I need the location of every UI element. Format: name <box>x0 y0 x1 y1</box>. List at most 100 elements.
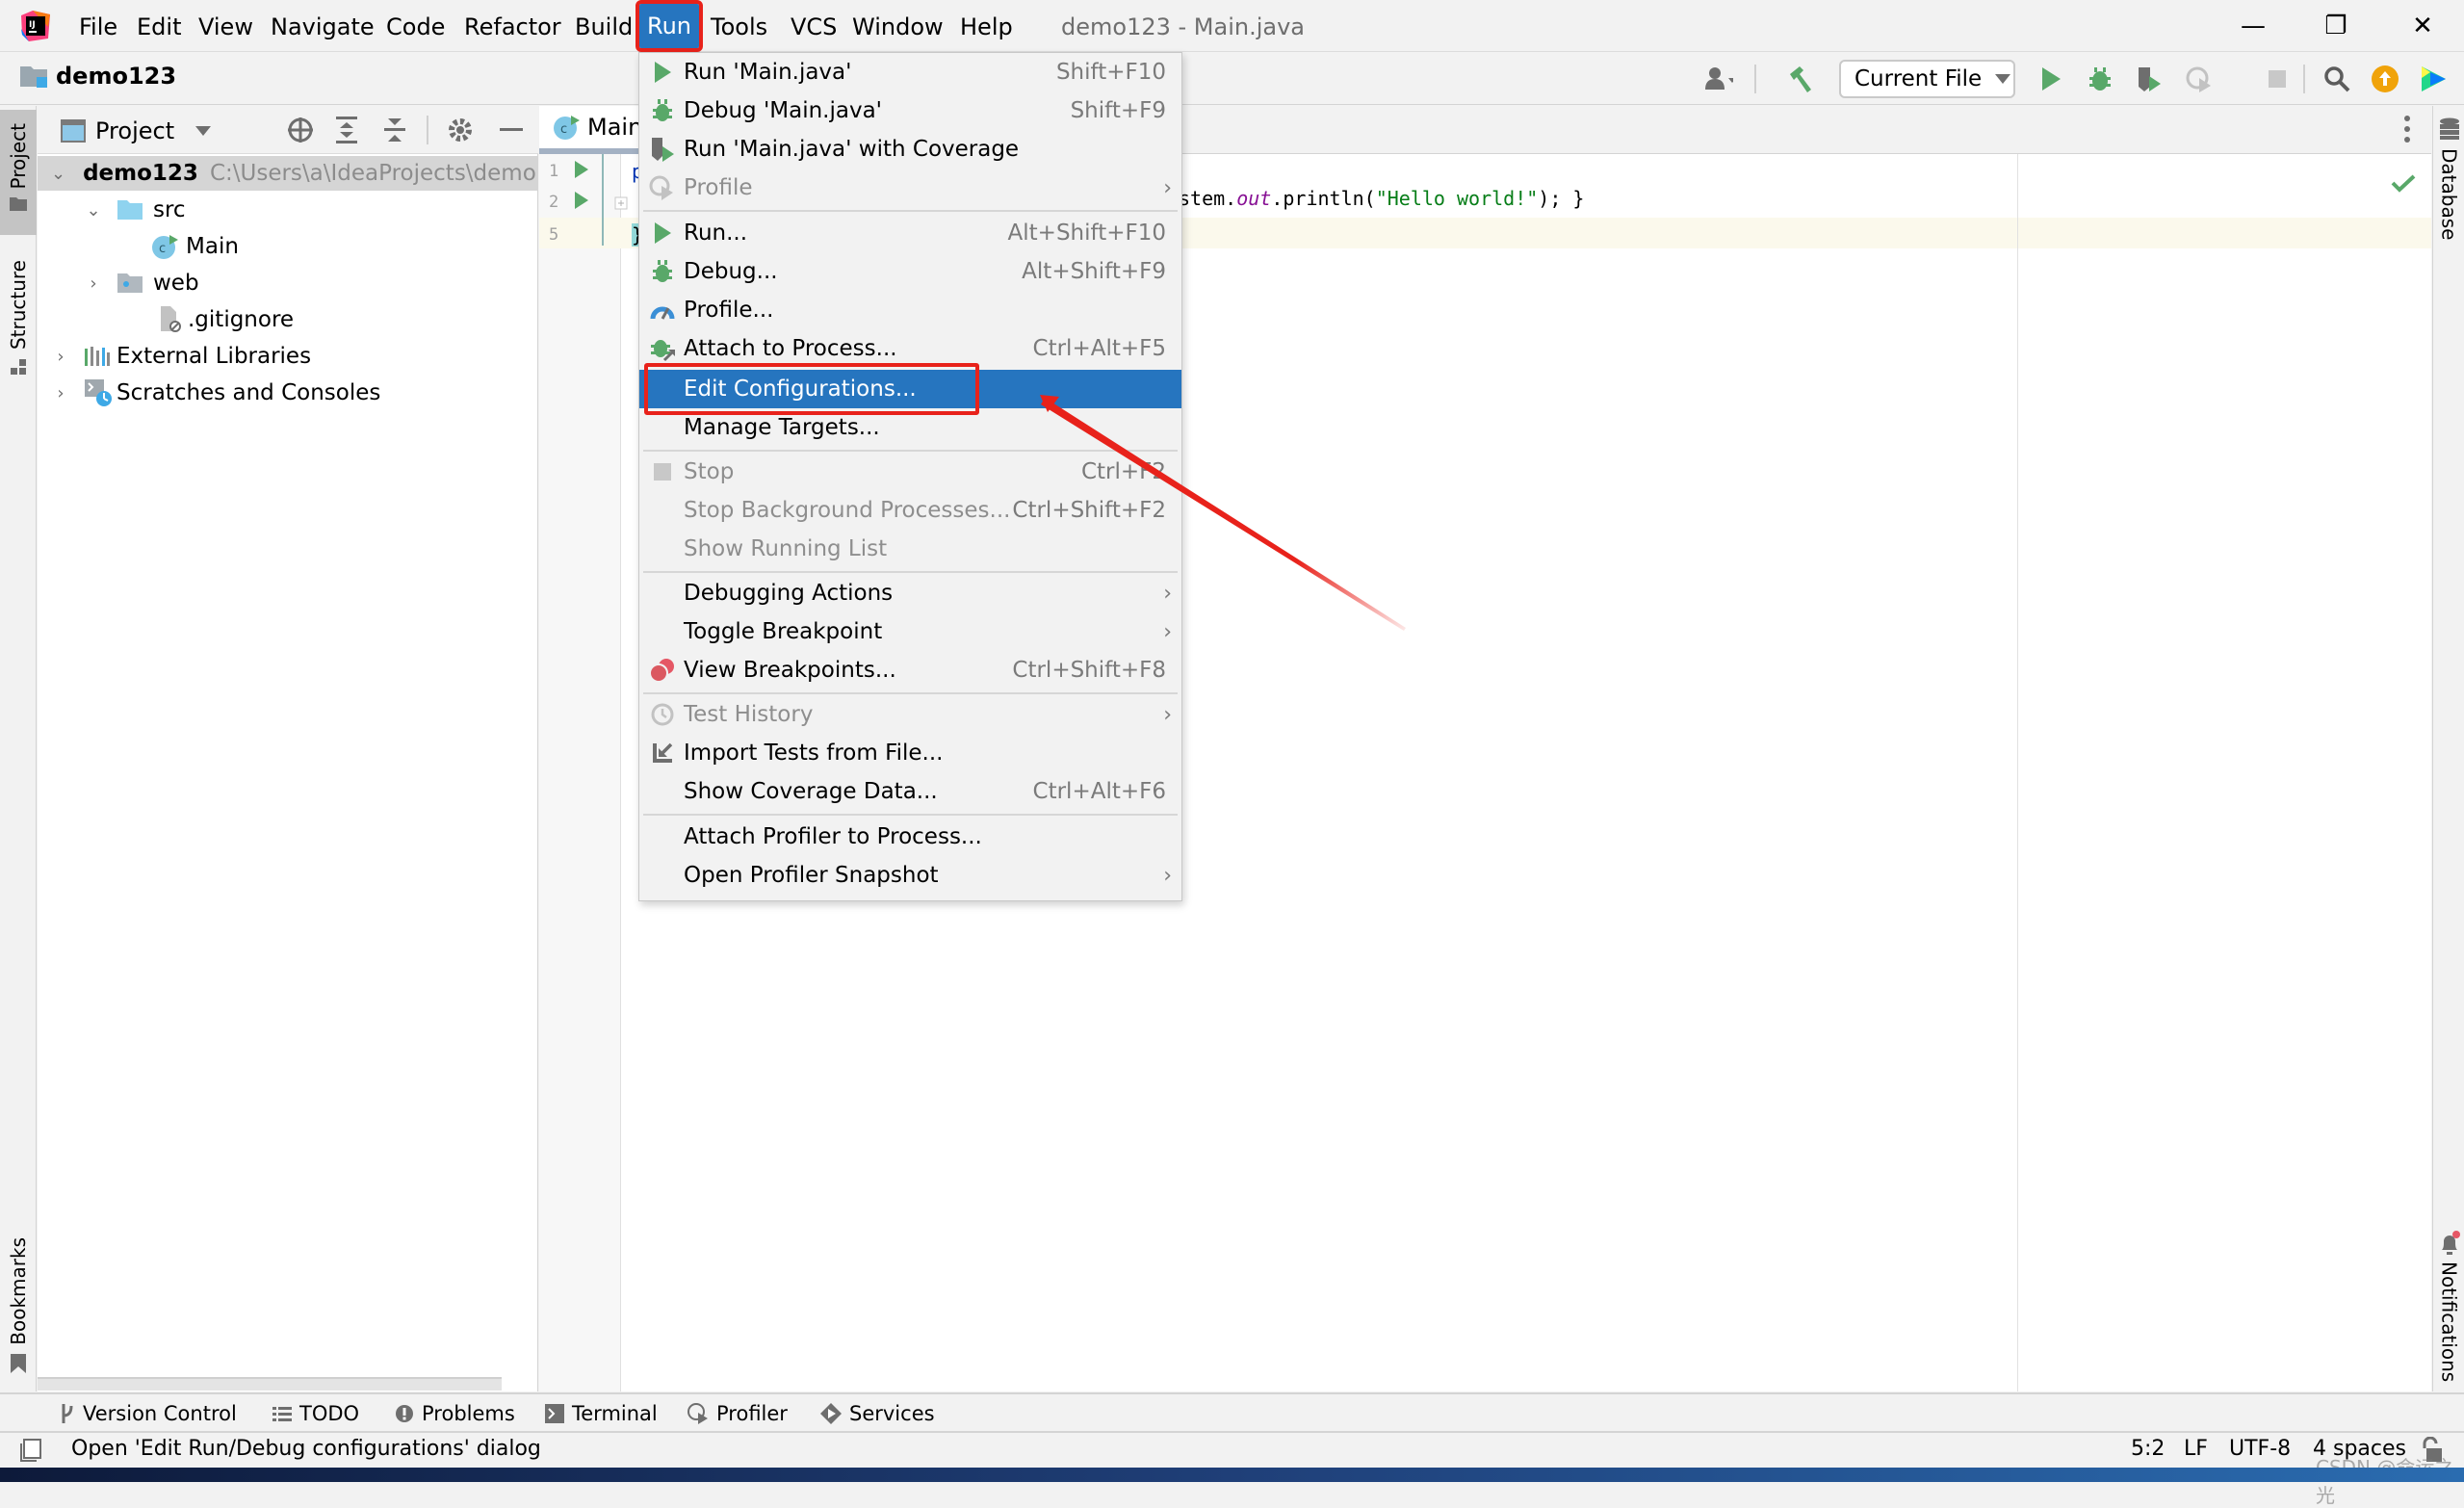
chevron-right-icon[interactable]: › <box>84 273 103 294</box>
run-icon <box>649 220 676 247</box>
restore-button[interactable]: ❐ <box>2297 4 2374 48</box>
menu-vcs[interactable]: VCS <box>785 8 843 46</box>
menu-view[interactable]: View <box>193 8 259 46</box>
coverage-icon <box>649 136 676 163</box>
menu-file[interactable]: File <box>73 8 123 46</box>
tool-window-structure[interactable]: Structure <box>0 250 37 376</box>
more-options-icon[interactable] <box>2404 116 2410 143</box>
menu-item-run-main[interactable]: Run 'Main.java' Shift+F10 <box>639 53 1181 91</box>
gear-icon[interactable] <box>446 116 475 148</box>
menu-item-show-coverage[interactable]: Show Coverage Data... Ctrl+Alt+F6 <box>639 772 1181 811</box>
menu-item-shortcut: Alt+Shift+F9 <box>1022 259 1166 284</box>
expand-all-icon[interactable] <box>334 116 359 148</box>
tool-tab-problems[interactable]: Problems <box>395 1398 515 1429</box>
tree-item-main[interactable]: c Main <box>38 229 538 264</box>
menu-item-test-history[interactable]: Test History › <box>639 695 1181 734</box>
debug-icon[interactable] <box>2086 65 2114 93</box>
tool-window-project[interactable]: Project <box>0 110 37 235</box>
stop-icon[interactable] <box>2263 65 2292 93</box>
run-gutter-icon[interactable] <box>574 160 589 179</box>
menu-item-debugging-actions[interactable]: Debugging Actions › <box>639 574 1181 612</box>
file-encoding[interactable]: UTF-8 <box>2229 1437 2291 1461</box>
toolbox-icon[interactable] <box>2419 65 2448 93</box>
menu-item-attach-process[interactable]: Attach to Process... Ctrl+Alt+F5 <box>639 329 1181 368</box>
menu-item-view-breakpoints[interactable]: View Breakpoints... Ctrl+Shift+F8 <box>639 651 1181 689</box>
coverage-icon[interactable] <box>2135 65 2164 93</box>
menu-refactor[interactable]: Refactor <box>458 8 567 46</box>
menu-navigate[interactable]: Navigate <box>265 8 380 46</box>
menu-run[interactable]: Run <box>635 0 704 52</box>
fold-icon[interactable] <box>614 196 628 210</box>
tree-item-web[interactable]: › web <box>38 266 538 300</box>
code-line-2[interactable]: stem.out.println("Hello world!"); } <box>1179 187 1584 210</box>
menu-item-import-tests[interactable]: Import Tests from File... <box>639 734 1181 772</box>
inspection-ok-icon[interactable] <box>2391 173 2416 193</box>
tool-window-database[interactable]: Database <box>2433 117 2464 247</box>
run-gutter-icon[interactable] <box>574 191 589 210</box>
breadcrumb-project[interactable]: demo123 <box>56 63 176 90</box>
code-text: stem. <box>1179 187 1237 210</box>
menu-help[interactable]: Help <box>954 8 1019 46</box>
menu-item-run-coverage[interactable]: Run 'Main.java' with Coverage <box>639 130 1181 169</box>
menu-item-label: Show Coverage Data... <box>684 779 938 804</box>
locate-file-icon[interactable] <box>286 116 315 148</box>
chevron-right-icon[interactable]: › <box>51 383 70 403</box>
tool-window-bookmarks[interactable]: Bookmarks <box>0 1237 37 1377</box>
menu-item-label: Debug... <box>684 259 778 284</box>
menu-item-stop[interactable]: Stop Ctrl+F2 <box>639 453 1181 491</box>
profile-icon[interactable] <box>2186 65 2215 93</box>
minimize-button[interactable]: — <box>2215 4 2292 48</box>
tool-tab-version-control[interactable]: Version Control <box>60 1398 237 1429</box>
debug-icon <box>649 258 676 285</box>
chevron-right-icon[interactable]: › <box>51 347 70 367</box>
tool-tab-terminal[interactable]: Terminal <box>545 1398 658 1429</box>
tree-item-demo123[interactable]: ⌄ demo123 C:\Users\a\IdeaProjects\demo12… <box>38 156 538 191</box>
menu-item-debug-main[interactable]: Debug 'Main.java' Shift+F9 <box>639 91 1181 130</box>
tool-tab-profiler[interactable]: Profiler <box>687 1398 788 1429</box>
search-icon[interactable] <box>2322 65 2351 93</box>
build-hammer-icon[interactable] <box>1787 65 1816 93</box>
menu-item-profile-dots[interactable]: Profile... <box>639 291 1181 329</box>
menu-edit[interactable]: Edit <box>131 8 187 46</box>
collapse-all-icon[interactable] <box>382 116 407 148</box>
status-bar: Open 'Edit Run/Debug configurations' dia… <box>0 1431 2464 1468</box>
update-icon[interactable] <box>2371 65 2399 93</box>
menu-code[interactable]: Code <box>380 8 451 46</box>
chevron-right-icon: › <box>1163 702 1172 727</box>
menu-item-stop-background[interactable]: Stop Background Processes... Ctrl+Shift+… <box>639 491 1181 530</box>
tree-item-gitignore[interactable]: .gitignore <box>38 302 538 337</box>
menu-item-shortcut: Ctrl+Shift+F2 <box>1012 498 1166 523</box>
menu-item-run-dots[interactable]: Run... Alt+Shift+F10 <box>639 214 1181 252</box>
hide-panel-icon[interactable] <box>500 128 523 131</box>
user-icon[interactable] <box>1704 65 1733 93</box>
tree-item-external-libraries[interactable]: › External Libraries <box>38 339 538 374</box>
os-taskbar <box>0 1468 2464 1482</box>
menu-item-show-running-list[interactable]: Show Running List <box>639 530 1181 568</box>
tree-item-src[interactable]: ⌄ src <box>38 193 538 227</box>
line-separator[interactable]: LF <box>2184 1437 2208 1461</box>
tool-window-notifications[interactable]: Notifications <box>2433 1231 2464 1394</box>
horizontal-scrollbar[interactable] <box>38 1377 502 1391</box>
menu-tools[interactable]: Tools <box>705 8 773 46</box>
breakpoints-icon <box>649 657 676 684</box>
tool-tab-todo[interactable]: TODO <box>272 1398 359 1429</box>
menu-build[interactable]: Build <box>569 8 638 46</box>
chevron-down-icon[interactable]: ⌄ <box>51 164 65 184</box>
tree-item-scratches[interactable]: › Scratches and Consoles <box>38 376 538 410</box>
breadcrumb[interactable]: demo123 <box>19 63 176 90</box>
caret-position[interactable]: 5:2 <box>2131 1437 2165 1461</box>
toggle-tool-windows-icon[interactable] <box>19 1439 42 1462</box>
menu-window[interactable]: Window <box>846 8 949 46</box>
project-view-select[interactable]: Project <box>61 117 212 144</box>
tool-tab-services[interactable]: Services <box>820 1398 935 1429</box>
chevron-down-icon <box>1995 74 2011 84</box>
menu-item-toggle-breakpoint[interactable]: Toggle Breakpoint › <box>639 612 1181 651</box>
menu-item-debug-dots[interactable]: Debug... Alt+Shift+F9 <box>639 252 1181 291</box>
menu-item-profile-submenu[interactable]: Profile › <box>639 169 1181 207</box>
run-configuration-select[interactable]: Current File <box>1839 60 2015 98</box>
menu-item-attach-profiler[interactable]: Attach Profiler to Process... <box>639 818 1181 856</box>
chevron-down-icon[interactable]: ⌄ <box>84 200 103 221</box>
menu-item-open-profiler-snapshot[interactable]: Open Profiler Snapshot › <box>639 856 1181 895</box>
run-icon[interactable] <box>2036 65 2065 93</box>
close-button[interactable]: ✕ <box>2384 4 2461 48</box>
